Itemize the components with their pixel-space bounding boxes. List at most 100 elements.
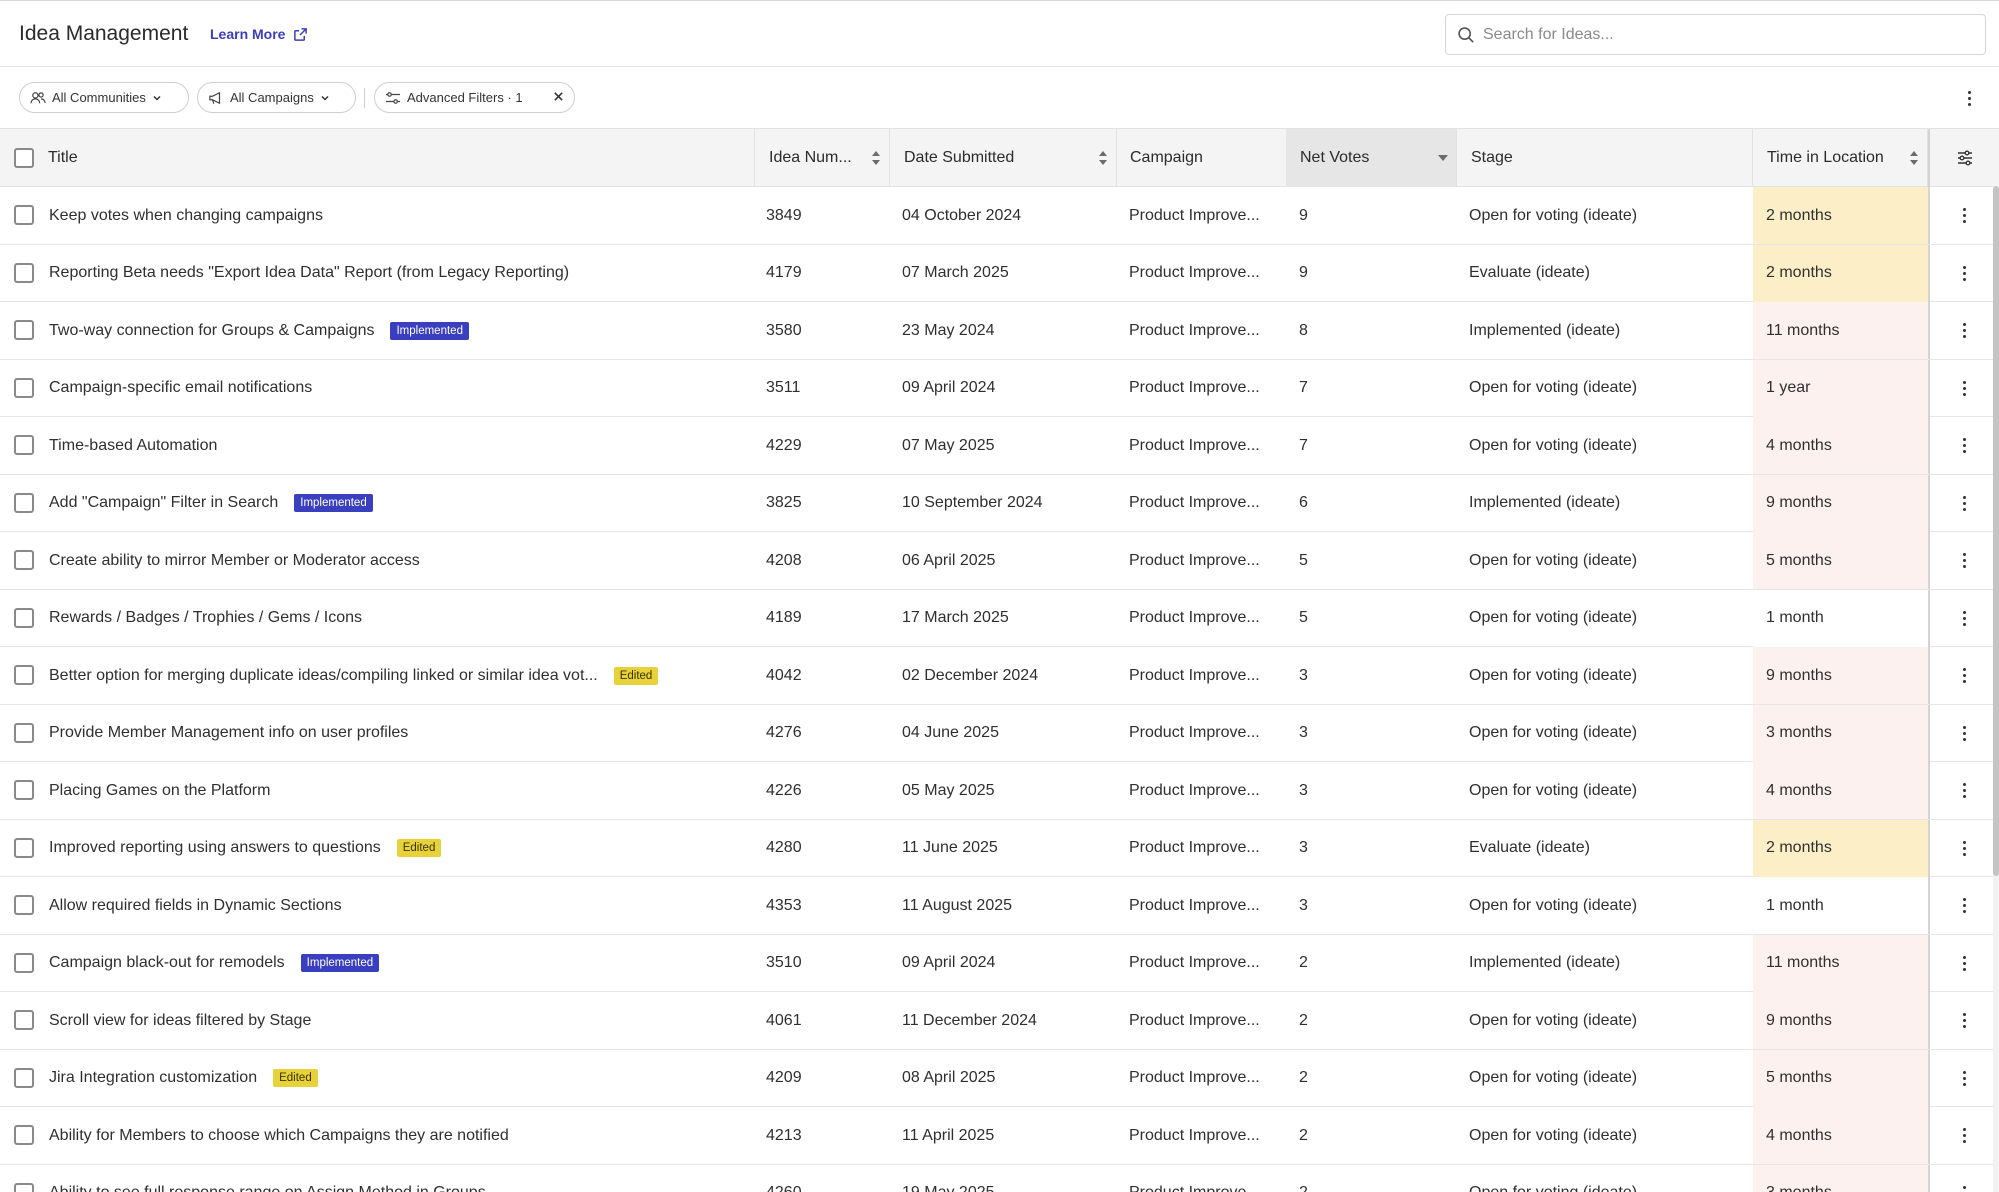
idea-title-cell[interactable]: Campaign black-out for remodels Implemen… — [49, 935, 749, 992]
table-row[interactable]: Rewards / Badges / Trophies / Gems / Ico… — [0, 589, 1999, 647]
row-kebab-icon[interactable] — [1959, 204, 1970, 227]
idea-title[interactable]: Campaign-specific email notifications — [49, 379, 312, 397]
idea-title-cell[interactable]: Ability to see full response range on As… — [49, 1165, 749, 1192]
row-kebab-icon[interactable] — [1959, 549, 1970, 572]
idea-title-cell[interactable]: Ability for Members to choose which Camp… — [49, 1107, 749, 1164]
table-row[interactable]: Campaign black-out for remodels Implemen… — [0, 934, 1999, 992]
idea-title-cell[interactable]: Jira Integration customization Edited — [49, 1050, 749, 1107]
idea-title[interactable]: Time-based Automation — [49, 437, 217, 455]
table-row[interactable]: Ability for Members to choose which Camp… — [0, 1107, 1999, 1165]
idea-title[interactable]: Jira Integration customization — [49, 1069, 257, 1087]
row-checkbox[interactable] — [14, 952, 34, 973]
idea-title[interactable]: Scroll view for ideas filtered by Stage — [49, 1012, 311, 1030]
idea-title[interactable]: Create ability to mirror Member or Moder… — [49, 552, 420, 570]
row-checkbox[interactable] — [14, 550, 34, 570]
search-box[interactable] — [1445, 14, 1986, 55]
idea-title[interactable]: Allow required fields in Dynamic Section… — [49, 897, 342, 915]
row-kebab-icon[interactable] — [1959, 262, 1970, 285]
column-header-time-in-location[interactable]: Time in Location — [1753, 129, 1928, 187]
row-checkbox[interactable] — [14, 262, 34, 283]
learn-more-link[interactable]: Learn More — [210, 24, 308, 44]
table-row[interactable]: Reporting Beta needs "Export Idea Data" … — [0, 244, 1999, 302]
column-header-stage[interactable]: Stage — [1457, 129, 1753, 187]
page-options-kebab-icon[interactable] — [1960, 87, 1978, 109]
idea-title-cell[interactable]: Two-way connection for Groups & Campaign… — [49, 302, 749, 359]
idea-title-cell[interactable]: Rewards / Badges / Trophies / Gems / Ico… — [49, 590, 749, 647]
row-checkbox[interactable] — [14, 1067, 34, 1088]
row-checkbox[interactable] — [14, 607, 34, 628]
idea-title[interactable]: Provide Member Management info on user p… — [49, 724, 408, 742]
sort-icon[interactable] — [1098, 150, 1108, 166]
sort-icon[interactable] — [871, 150, 881, 166]
table-row[interactable]: Provide Member Management info on user p… — [0, 704, 1999, 762]
row-kebab-icon[interactable] — [1959, 607, 1970, 630]
idea-title[interactable]: Ability to see full response range on As… — [49, 1184, 486, 1192]
row-checkbox[interactable] — [14, 205, 34, 225]
idea-title[interactable]: Keep votes when changing campaigns — [49, 207, 323, 225]
idea-title[interactable]: Placing Games on the Platform — [49, 782, 270, 800]
table-row[interactable]: Add "Campaign" Filter in Search Implemen… — [0, 474, 1999, 532]
idea-title[interactable]: Campaign black-out for remodels — [49, 954, 285, 972]
idea-title[interactable]: Reporting Beta needs "Export Idea Data" … — [49, 264, 569, 282]
row-kebab-icon[interactable] — [1959, 952, 1970, 975]
row-checkbox[interactable] — [14, 435, 34, 455]
idea-title-cell[interactable]: Reporting Beta needs "Export Idea Data" … — [49, 245, 749, 302]
row-kebab-icon[interactable] — [1959, 1067, 1970, 1090]
row-kebab-icon[interactable] — [1959, 377, 1970, 400]
sort-icon[interactable] — [1909, 150, 1919, 166]
idea-title-cell[interactable]: Allow required fields in Dynamic Section… — [49, 877, 749, 934]
scrollbar-thumb[interactable] — [1993, 186, 1999, 876]
idea-title-cell[interactable]: Time-based Automation — [49, 417, 749, 474]
advanced-filters[interactable]: Advanced Filters · 1 — [374, 82, 575, 113]
table-row[interactable]: Better option for merging duplicate idea… — [0, 647, 1999, 705]
row-kebab-icon[interactable] — [1959, 664, 1970, 687]
idea-title-cell[interactable]: Improved reporting using answers to ques… — [49, 820, 749, 877]
table-row[interactable]: Ability to see full response range on As… — [0, 1164, 1999, 1192]
idea-title-cell[interactable]: Add "Campaign" Filter in Search Implemen… — [49, 475, 749, 532]
table-row[interactable]: Two-way connection for Groups & Campaign… — [0, 302, 1999, 360]
table-row[interactable]: Scroll view for ideas filtered by Stage … — [0, 992, 1999, 1050]
table-row[interactable]: Allow required fields in Dynamic Section… — [0, 877, 1999, 935]
idea-title[interactable]: Improved reporting using answers to ques… — [49, 839, 381, 857]
row-kebab-icon[interactable] — [1959, 779, 1970, 802]
idea-title[interactable]: Rewards / Badges / Trophies / Gems / Ico… — [49, 609, 362, 627]
table-row[interactable]: Placing Games on the Platform 4226 05 Ma… — [0, 762, 1999, 820]
row-kebab-icon[interactable] — [1959, 492, 1970, 515]
row-checkbox[interactable] — [14, 837, 34, 858]
search-input[interactable] — [1483, 25, 1963, 44]
table-row[interactable]: Time-based Automation 4229 07 May 2025 P… — [0, 417, 1999, 475]
idea-title[interactable]: Two-way connection for Groups & Campaign… — [49, 322, 374, 340]
row-checkbox[interactable] — [14, 722, 34, 743]
row-kebab-icon[interactable] — [1959, 894, 1970, 917]
row-kebab-icon[interactable] — [1959, 1124, 1970, 1147]
campaigns-filter[interactable]: All Campaigns — [197, 82, 356, 113]
column-header-title[interactable]: Title — [0, 129, 755, 187]
column-header-net-votes[interactable]: Net Votes — [1286, 129, 1457, 187]
communities-filter[interactable]: All Communities — [19, 82, 189, 113]
row-checkbox[interactable] — [14, 377, 34, 398]
row-kebab-icon[interactable] — [1959, 319, 1970, 342]
row-kebab-icon[interactable] — [1959, 837, 1970, 860]
column-header-idea-number[interactable]: Idea Num... — [755, 129, 890, 187]
idea-title-cell[interactable]: Campaign-specific email notifications — [49, 360, 749, 417]
row-checkbox[interactable] — [14, 320, 34, 340]
table-row[interactable]: Create ability to mirror Member or Moder… — [0, 532, 1999, 590]
idea-title-cell[interactable]: Placing Games on the Platform — [49, 762, 749, 819]
column-header-date-submitted[interactable]: Date Submitted — [890, 129, 1117, 187]
idea-title[interactable]: Better option for merging duplicate idea… — [49, 667, 598, 685]
row-kebab-icon[interactable] — [1959, 722, 1970, 745]
idea-title[interactable]: Ability for Members to choose which Camp… — [49, 1127, 509, 1145]
table-row[interactable]: Campaign-specific email notifications 35… — [0, 359, 1999, 417]
column-settings-button[interactable] — [1928, 129, 1999, 187]
table-row[interactable]: Jira Integration customization Edited 42… — [0, 1049, 1999, 1107]
row-checkbox[interactable] — [14, 1182, 34, 1192]
row-checkbox[interactable] — [14, 1010, 34, 1030]
row-kebab-icon[interactable] — [1959, 1009, 1970, 1032]
idea-title[interactable]: Add "Campaign" Filter in Search — [49, 494, 278, 512]
idea-title-cell[interactable]: Better option for merging duplicate idea… — [49, 647, 749, 704]
idea-title-cell[interactable]: Create ability to mirror Member or Moder… — [49, 532, 749, 589]
table-row[interactable]: Improved reporting using answers to ques… — [0, 819, 1999, 877]
row-checkbox[interactable] — [14, 1125, 34, 1145]
sort-descending-icon[interactable] — [1438, 150, 1448, 166]
idea-title-cell[interactable]: Scroll view for ideas filtered by Stage — [49, 992, 749, 1049]
